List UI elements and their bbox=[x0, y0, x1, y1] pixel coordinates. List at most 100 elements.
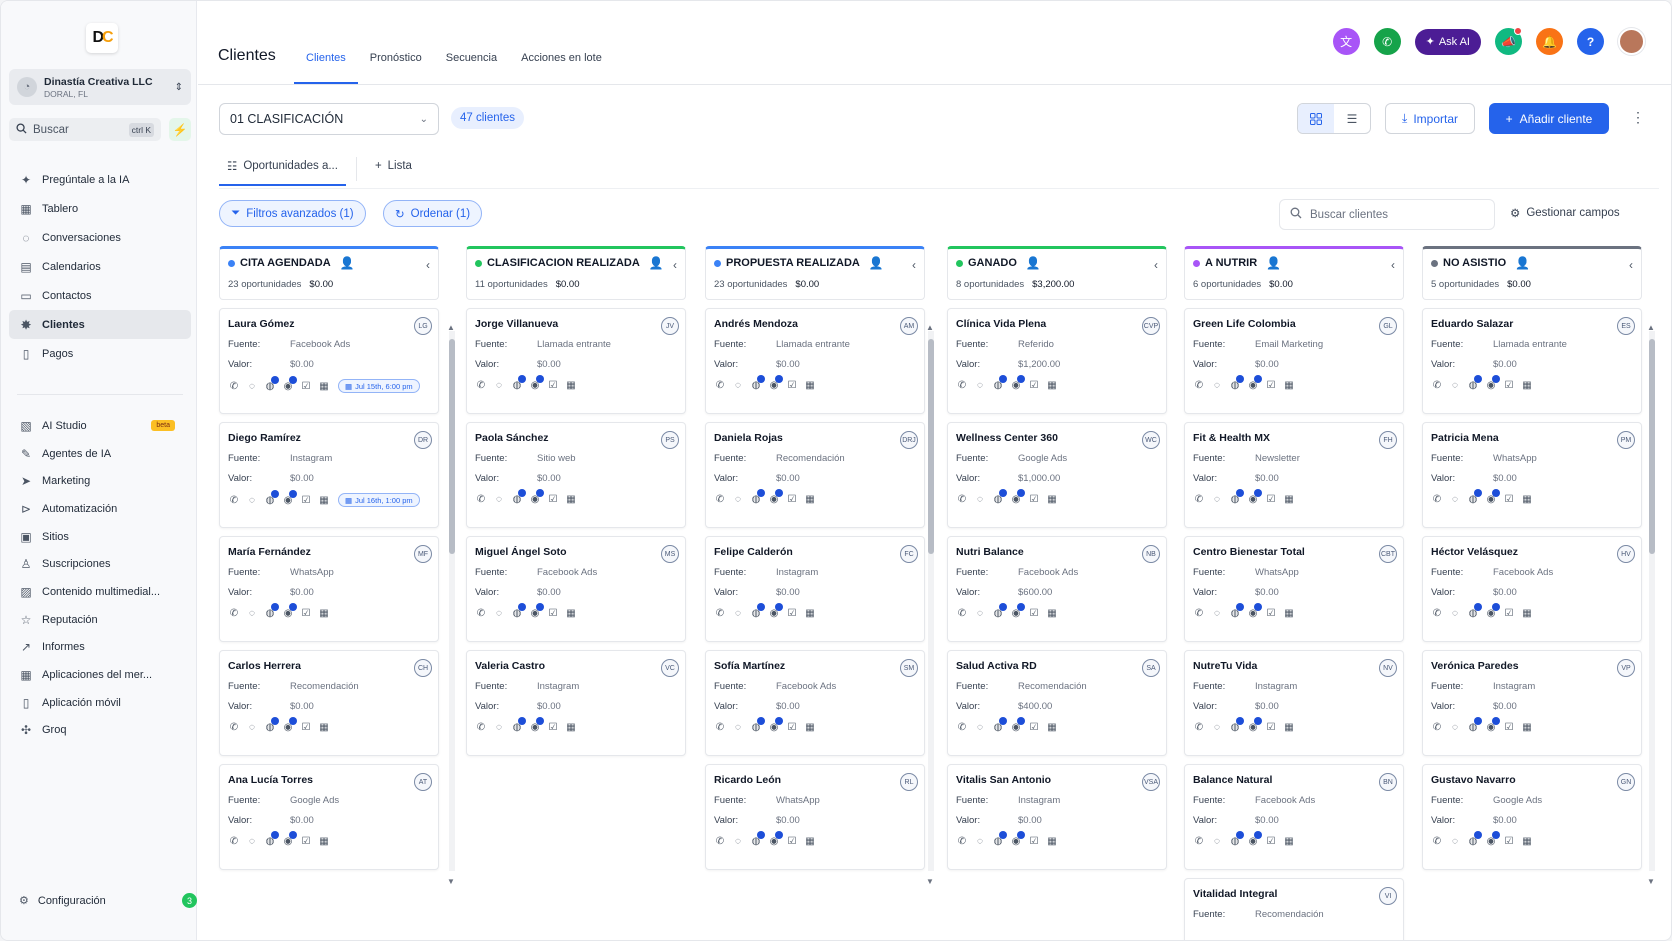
whatsapp-icon[interactable]: ◉ bbox=[1485, 717, 1500, 733]
sidebar-item-contactos[interactable]: ▭ Contactos bbox=[9, 281, 191, 310]
phone-icon[interactable]: ✆ bbox=[1373, 28, 1401, 55]
sidebar-item-ai-studio[interactable]: ▧ AI Studio beta bbox=[9, 412, 191, 440]
opportunity-card[interactable]: Andrés Mendoza AM Fuente: Llamada entrante V… bbox=[705, 308, 925, 414]
message-icon[interactable]: ◌ bbox=[974, 835, 986, 847]
message-icon[interactable]: ◌ bbox=[1211, 721, 1223, 733]
message-icon[interactable]: ◌ bbox=[1211, 379, 1223, 391]
sms-icon[interactable]: ◍ bbox=[1467, 831, 1482, 847]
task-icon[interactable]: ☑ bbox=[1503, 835, 1515, 847]
phone-icon[interactable]: ✆ bbox=[1193, 493, 1205, 505]
client-initials-avatar[interactable]: FH bbox=[1379, 431, 1397, 449]
add-list-tab[interactable]: + Lista bbox=[367, 153, 420, 186]
opportunity-card[interactable]: Green Life Colombia GL Fuente: Email Market… bbox=[1184, 308, 1404, 414]
pipeline-select[interactable]: 01 CLASIFICACIÓN ⌄ bbox=[219, 103, 439, 135]
scroll-down-arrow-icon[interactable]: ▼ bbox=[1647, 877, 1655, 886]
message-icon[interactable]: ◌ bbox=[974, 379, 986, 391]
advanced-filters-button[interactable]: ⏷ Filtros avanzados (1) bbox=[219, 200, 366, 227]
whatsapp-icon[interactable]: ◉ bbox=[282, 717, 297, 733]
column-header[interactable]: NO ASISTIO 👤 ‹ 5 oportunidades $0.00 bbox=[1422, 246, 1642, 300]
opportunity-card[interactable]: Balance Natural BN Fuente: Facebook Ads Valo… bbox=[1184, 764, 1404, 870]
client-initials-avatar[interactable]: LG bbox=[414, 317, 432, 335]
task-icon[interactable]: ☑ bbox=[300, 721, 312, 733]
opportunity-card[interactable]: Ricardo León RL Fuente: WhatsApp Valor: $0.00… bbox=[705, 764, 925, 870]
sidebar-item-calendarios[interactable]: ▤ Calendarios bbox=[9, 252, 191, 281]
calendar-icon[interactable]: ▦ bbox=[1521, 607, 1533, 619]
task-icon[interactable]: ☑ bbox=[1265, 835, 1277, 847]
collapse-chevron-icon[interactable]: ‹ bbox=[1154, 258, 1158, 272]
opportunity-card[interactable]: Gustavo Navarro GN Fuente: Google Ads Valor:… bbox=[1422, 764, 1642, 870]
sms-icon[interactable]: ◍ bbox=[750, 603, 765, 619]
sidebar-item-suscripciones[interactable]: ♙ Suscripciones bbox=[9, 550, 191, 578]
task-icon[interactable]: ☑ bbox=[547, 721, 559, 733]
task-icon[interactable]: ☑ bbox=[786, 379, 798, 391]
quick-action-bolt-icon[interactable]: ⚡ bbox=[169, 118, 191, 141]
task-icon[interactable]: ☑ bbox=[786, 493, 798, 505]
scrollbar-thumb[interactable] bbox=[928, 339, 934, 554]
appointment-date-chip[interactable]: ▦ Jul 15th, 6:00 pm bbox=[338, 379, 420, 393]
task-icon[interactable]: ☑ bbox=[300, 494, 312, 506]
client-initials-avatar[interactable]: SA bbox=[1142, 659, 1160, 677]
add-client-button[interactable]: + Añadir cliente bbox=[1489, 103, 1609, 134]
column-scrollbar[interactable] bbox=[1649, 331, 1655, 871]
opportunity-card[interactable]: Patricia Mena PM Fuente: WhatsApp Valor: $0.0… bbox=[1422, 422, 1642, 528]
whatsapp-icon[interactable]: ◉ bbox=[1247, 489, 1262, 505]
calendar-icon[interactable]: ▦ bbox=[1521, 721, 1533, 733]
message-icon[interactable]: ◌ bbox=[246, 721, 258, 733]
client-initials-avatar[interactable]: RL bbox=[900, 773, 918, 791]
phone-icon[interactable]: ✆ bbox=[1193, 379, 1205, 391]
sidebar-item-sitios[interactable]: ▣ Sitios bbox=[9, 523, 191, 551]
scroll-up-arrow-icon[interactable]: ▲ bbox=[447, 323, 455, 332]
calendar-icon[interactable]: ▦ bbox=[804, 493, 816, 505]
whatsapp-icon[interactable]: ◉ bbox=[529, 489, 544, 505]
tab-clientes[interactable]: Clientes bbox=[294, 48, 358, 84]
whatsapp-icon[interactable]: ◉ bbox=[529, 375, 544, 391]
opportunity-card[interactable]: Jorge Villanueva JV Fuente: Llamada entrant… bbox=[466, 308, 686, 414]
sms-icon[interactable]: ◍ bbox=[992, 831, 1007, 847]
task-icon[interactable]: ☑ bbox=[786, 835, 798, 847]
client-initials-avatar[interactable]: GL bbox=[1379, 317, 1397, 335]
whatsapp-icon[interactable]: ◉ bbox=[1247, 603, 1262, 619]
opportunity-card[interactable]: Paola Sánchez PS Fuente: Sitio web Valor: $0.… bbox=[466, 422, 686, 528]
opportunity-card[interactable]: Fit & Health MX FH Fuente: Newsletter Valor:… bbox=[1184, 422, 1404, 528]
sms-icon[interactable]: ◍ bbox=[1467, 489, 1482, 505]
collapse-chevron-icon[interactable]: ‹ bbox=[1629, 258, 1633, 272]
whatsapp-icon[interactable]: ◉ bbox=[1485, 831, 1500, 847]
sms-icon[interactable]: ◍ bbox=[750, 831, 765, 847]
phone-icon[interactable]: ✆ bbox=[956, 493, 968, 505]
task-icon[interactable]: ☑ bbox=[300, 835, 312, 847]
sms-icon[interactable]: ◍ bbox=[511, 603, 526, 619]
message-icon[interactable]: ◌ bbox=[1449, 721, 1461, 733]
opportunity-card[interactable]: Miguel Ángel Soto MS Fuente: Facebook Ads Va… bbox=[466, 536, 686, 642]
assignee-icon[interactable]: 👤 bbox=[1515, 256, 1530, 270]
phone-icon[interactable]: ✆ bbox=[228, 494, 240, 506]
phone-icon[interactable]: ✆ bbox=[475, 607, 487, 619]
task-icon[interactable]: ☑ bbox=[547, 607, 559, 619]
collapse-chevron-icon[interactable]: ‹ bbox=[673, 258, 677, 272]
calendar-icon[interactable]: ▦ bbox=[1046, 379, 1058, 391]
client-initials-avatar[interactable]: NV bbox=[1379, 659, 1397, 677]
tab-acciones-en-lote[interactable]: Acciones en lote bbox=[509, 48, 614, 84]
calendar-icon[interactable]: ▦ bbox=[565, 607, 577, 619]
collapse-chevron-icon[interactable]: ‹ bbox=[426, 258, 430, 272]
calendar-icon[interactable]: ▦ bbox=[1283, 379, 1295, 391]
sidebar-item-aplicacion-movil[interactable]: ▯ Aplicación móvil bbox=[9, 689, 191, 717]
opportunity-card[interactable]: Carlos Herrera CH Fuente: Recomendación Valo… bbox=[219, 650, 439, 756]
task-icon[interactable]: ☑ bbox=[1028, 493, 1040, 505]
task-icon[interactable]: ☑ bbox=[300, 380, 312, 392]
phone-icon[interactable]: ✆ bbox=[1431, 835, 1443, 847]
client-initials-avatar[interactable]: SM bbox=[900, 659, 918, 677]
calendar-icon[interactable]: ▦ bbox=[804, 379, 816, 391]
task-icon[interactable]: ☑ bbox=[1028, 607, 1040, 619]
client-initials-avatar[interactable]: ES bbox=[1617, 317, 1635, 335]
sms-icon[interactable]: ◍ bbox=[511, 717, 526, 733]
assignee-icon[interactable]: 👤 bbox=[340, 256, 355, 270]
client-initials-avatar[interactable]: VP bbox=[1617, 659, 1635, 677]
sms-icon[interactable]: ◍ bbox=[1467, 603, 1482, 619]
message-icon[interactable]: ◌ bbox=[1449, 379, 1461, 391]
megaphone-icon[interactable]: 📣 bbox=[1495, 27, 1522, 55]
task-icon[interactable]: ☑ bbox=[1503, 607, 1515, 619]
sidebar-item-automatizacion[interactable]: ⊳ Automatización bbox=[9, 495, 191, 523]
opportunity-card[interactable]: Felipe Calderón FC Fuente: Instagram Valor: $… bbox=[705, 536, 925, 642]
appointment-date-chip[interactable]: ▦ Jul 16th, 1:00 pm bbox=[338, 493, 420, 507]
phone-icon[interactable]: ✆ bbox=[228, 835, 240, 847]
